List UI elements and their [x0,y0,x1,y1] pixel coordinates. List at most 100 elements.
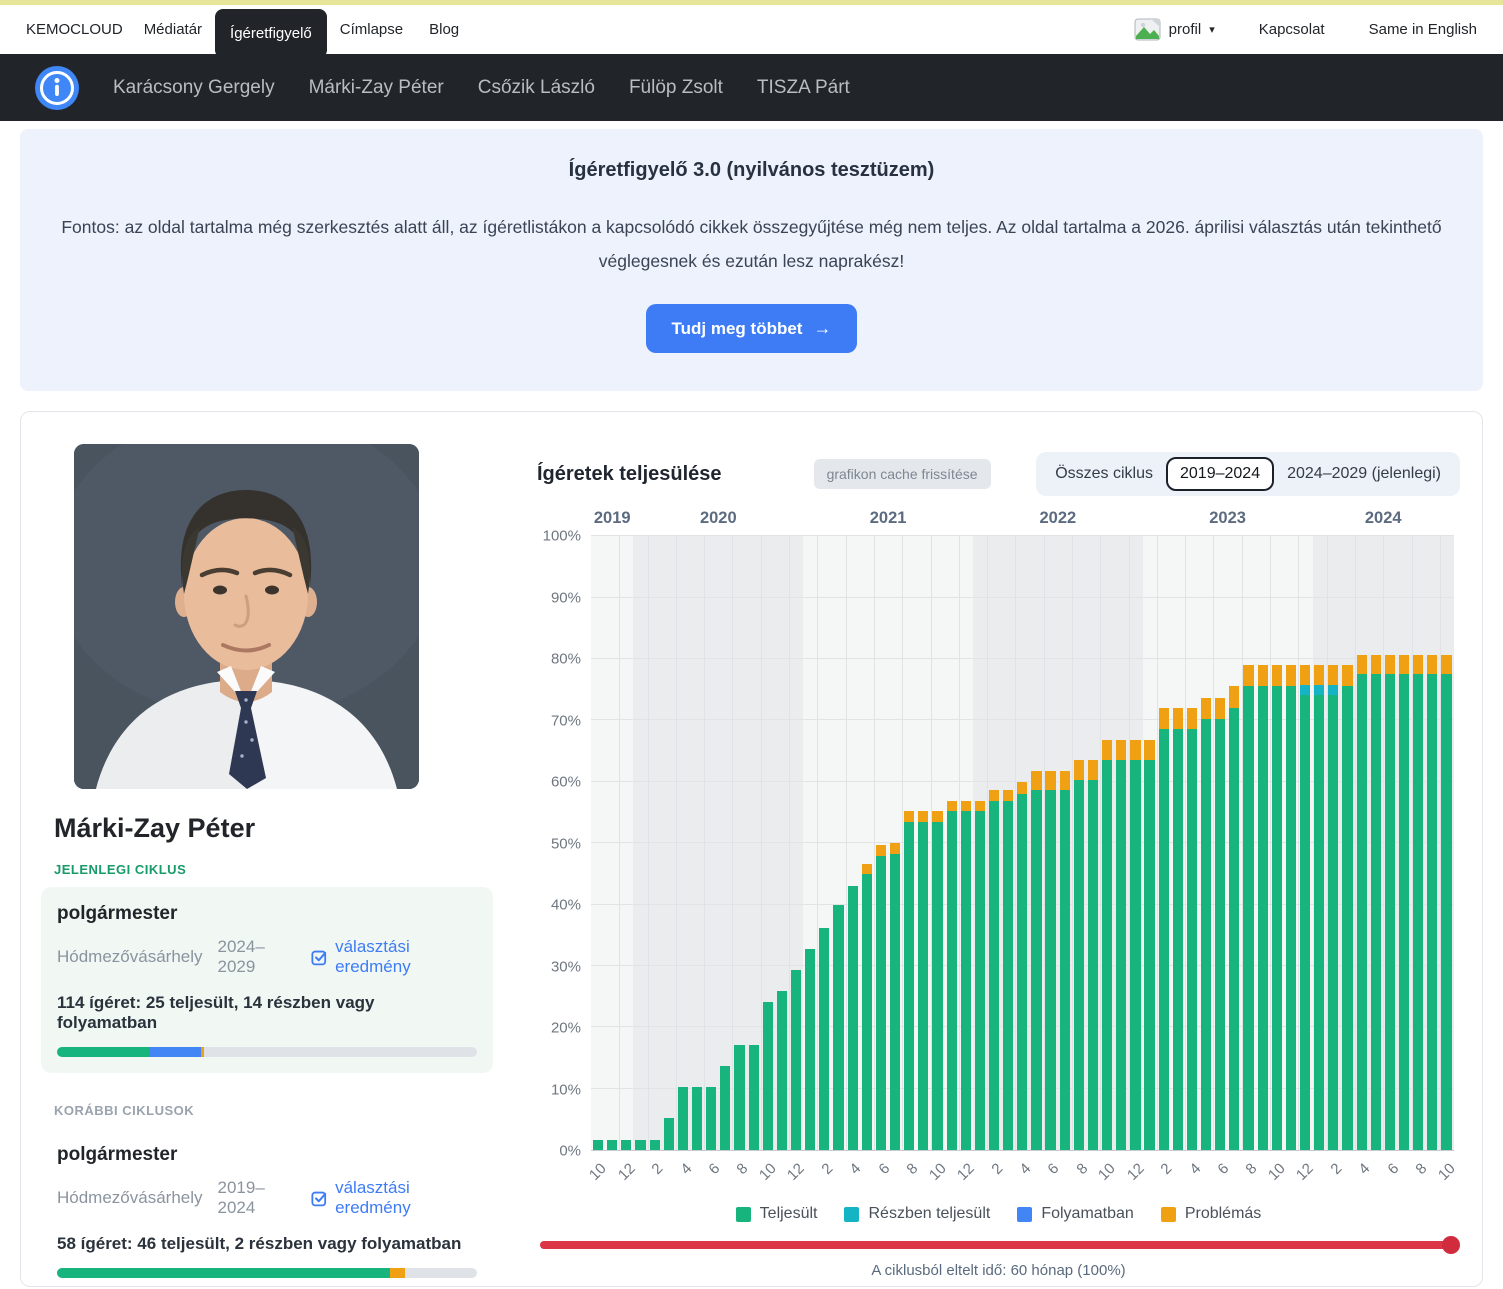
stacked-bar[interactable] [593,536,603,1150]
stacked-bar[interactable] [1413,536,1423,1150]
stacked-bar[interactable] [989,536,999,1150]
stacked-bar[interactable] [1342,536,1352,1150]
stacked-bar[interactable] [791,536,801,1150]
city-label: Hódmezővásárhely [57,1188,203,1208]
stacked-bar[interactable] [1017,536,1027,1150]
election-result-link[interactable]: választási eredmény [311,937,477,977]
stacked-bar[interactable] [1102,536,1112,1150]
bar-segment [1300,695,1310,1150]
profile-image-icon [1134,18,1161,41]
stacked-bar[interactable] [819,536,829,1150]
stacked-bar[interactable] [975,536,985,1150]
stacked-bar[interactable] [1328,536,1338,1150]
stacked-bar[interactable] [876,536,886,1150]
stacked-bar[interactable] [1371,536,1381,1150]
stacked-bar[interactable] [1060,536,1070,1150]
profile-menu[interactable]: profil ▾ [1134,18,1215,41]
slider-track[interactable] [540,1241,1457,1249]
subnav-item[interactable]: Karácsony Gergely [113,77,275,99]
stacked-bar[interactable] [918,536,928,1150]
stacked-bar[interactable] [678,536,688,1150]
subnav-item[interactable]: TISZA Párt [757,77,850,99]
stacked-bar[interactable] [805,536,815,1150]
stacked-bar[interactable] [1272,536,1282,1150]
stacked-bar[interactable] [961,536,971,1150]
stacked-bar[interactable] [635,536,645,1150]
bar-cell [902,536,916,1150]
stacked-bar[interactable] [1130,536,1140,1150]
stacked-bar[interactable] [1399,536,1409,1150]
subnav-item[interactable]: Márki-Zay Péter [309,77,444,99]
stacked-bar[interactable] [890,536,900,1150]
stacked-bar[interactable] [1357,536,1367,1150]
stacked-bar[interactable] [664,536,674,1150]
stacked-bar[interactable] [932,536,942,1150]
stacked-bar[interactable] [1045,536,1055,1150]
bar-segment [1130,740,1140,761]
stacked-bar[interactable] [777,536,787,1150]
stacked-bar[interactable] [862,536,872,1150]
stacked-bar[interactable] [1441,536,1451,1150]
stacked-bar[interactable] [734,536,744,1150]
stacked-bar[interactable] [1187,536,1197,1150]
brand[interactable]: KEMOCLOUD [26,21,123,38]
stacked-bar[interactable] [1229,536,1239,1150]
year-label: 2020 [633,509,803,528]
stacked-bar[interactable] [1385,536,1395,1150]
profile-label: profil [1169,21,1202,38]
topnav-item-contact[interactable]: Kapcsolat [1259,21,1325,38]
cycle-tab[interactable]: Összes ciklus [1042,457,1166,491]
stacked-bar[interactable] [720,536,730,1150]
stacked-bar[interactable] [763,536,773,1150]
topnav-item[interactable]: Médiatár [131,5,215,54]
stacked-bar[interactable] [1427,536,1437,1150]
stacked-bar[interactable] [1074,536,1084,1150]
stacked-bar[interactable] [947,536,957,1150]
learn-more-button[interactable]: Tudj meg többet → [646,304,858,353]
bar-cell [1044,536,1058,1150]
bar-segment [1060,790,1070,1150]
stacked-bar[interactable] [1215,536,1225,1150]
stacked-bar[interactable] [1144,536,1154,1150]
subnav-item[interactable]: Csőzik László [478,77,595,99]
stacked-bar[interactable] [607,536,617,1150]
topnav-item[interactable]: Blog [416,5,472,54]
bar-segment [1427,674,1437,1150]
stacked-bar[interactable] [1173,536,1183,1150]
bar-segment [932,811,942,822]
cache-refresh-button[interactable]: grafikon cache frissítése [814,459,991,489]
stacked-bar[interactable] [1088,536,1098,1150]
bar-cell [1340,536,1354,1150]
stacked-bar[interactable] [1243,536,1253,1150]
time-slider[interactable] [540,1241,1457,1249]
stacked-bar[interactable] [1003,536,1013,1150]
subnav-item[interactable]: Fülöp Zsolt [629,77,723,99]
stacked-bar[interactable] [848,536,858,1150]
stacked-bar[interactable] [1116,536,1126,1150]
stacked-bar[interactable] [1159,536,1169,1150]
topnav-item[interactable]: Címlapse [327,5,416,54]
stacked-bar[interactable] [621,536,631,1150]
stacked-bar[interactable] [706,536,716,1150]
cycle-tab[interactable]: 2019–2024 [1166,457,1274,491]
cycle-tab[interactable]: 2024–2029 (jelenlegi) [1274,457,1454,491]
stacked-bar[interactable] [1286,536,1296,1150]
year-label: 2024 [1313,509,1454,528]
stacked-bar[interactable] [692,536,702,1150]
stacked-bar[interactable] [1031,536,1041,1150]
election-result-link[interactable]: választási eredmény [311,1178,477,1218]
stacked-bar[interactable] [1300,536,1310,1150]
stacked-bar[interactable] [904,536,914,1150]
stacked-bar[interactable] [650,536,660,1150]
stacked-bar[interactable] [749,536,759,1150]
slider-thumb[interactable] [1442,1236,1460,1254]
stacked-bar[interactable] [833,536,843,1150]
x-tick [1397,1151,1411,1201]
stacked-bar[interactable] [1314,536,1324,1150]
stacked-bar[interactable] [1201,536,1211,1150]
topnav-item[interactable]: Ígéretfigyelő [215,9,327,58]
topnav-item-language[interactable]: Same in English [1369,21,1477,38]
info-icon[interactable] [34,65,80,111]
stacked-bar[interactable] [1258,536,1268,1150]
bar-cell [662,536,676,1150]
